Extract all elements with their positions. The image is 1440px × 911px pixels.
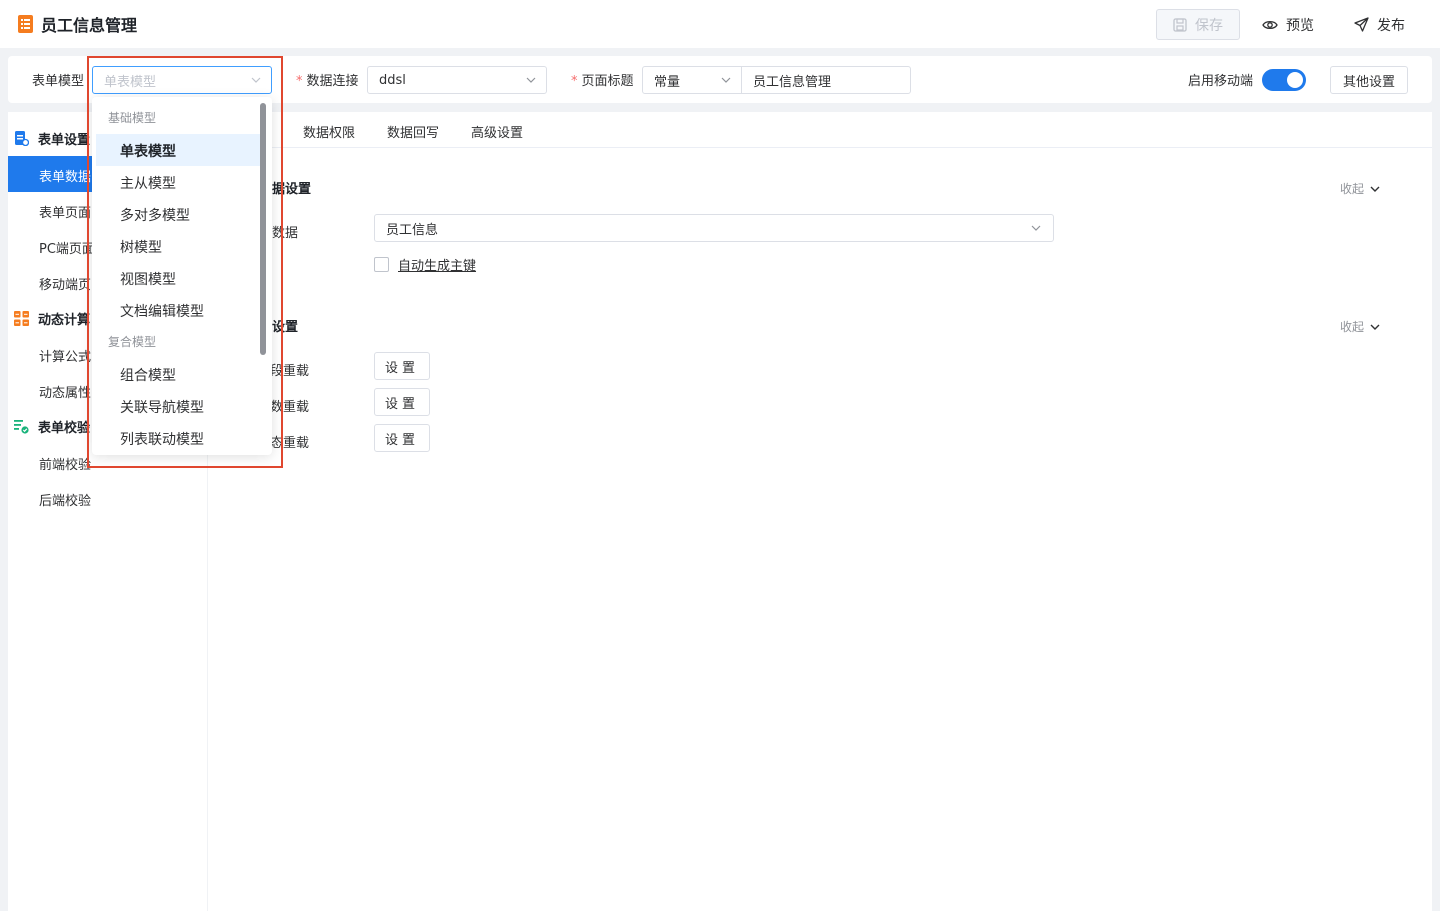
auto-pk-label[interactable]: 自动生成主键: [398, 255, 476, 274]
data-conn-value: ddsl: [379, 72, 406, 88]
main-data-select[interactable]: 员工信息: [374, 214, 1054, 242]
tab-bar: 数据权限 数据回写 高级设置: [208, 112, 1432, 148]
data-conn-label: * 数据连接: [296, 74, 359, 89]
form-settings-icon: [15, 131, 29, 146]
top-bar: 员工信息管理 保存 预览 发布: [0, 0, 1440, 48]
page-title: 员工信息管理: [41, 16, 138, 35]
param-reload-set-button[interactable]: 设置: [374, 388, 430, 416]
dropdown-item-tree[interactable]: 树模型: [96, 230, 260, 262]
eye-icon: [1262, 20, 1278, 29]
publish-label: 发布: [1377, 17, 1405, 34]
dynamic-reload-label: 态重载: [270, 436, 310, 451]
data-conn-select[interactable]: ddsl: [367, 66, 547, 94]
main-data-label: 数据: [272, 226, 299, 241]
preview-button[interactable]: 预览: [1262, 9, 1314, 40]
config-bar: 表单模型 单表模型 * 数据连接 ddsl * 页面标题 常量 员工信息管理 启用移…: [8, 56, 1432, 103]
save-icon: [1173, 17, 1187, 32]
field-reload-label: 段重载: [270, 364, 310, 379]
page-title-type: 常量: [654, 74, 681, 90]
dropdown-item-many-to-many[interactable]: 多对多模型: [96, 198, 260, 230]
save-button[interactable]: 保存: [1156, 9, 1240, 40]
dropdown-group-composite: 复合模型: [108, 335, 157, 349]
send-icon: [1354, 17, 1369, 32]
tab-data-writeback[interactable]: 数据回写: [387, 122, 439, 141]
page-title-label: * 页面标题: [571, 74, 634, 89]
page-title-input[interactable]: 员工信息管理: [741, 66, 911, 94]
form-model-dropdown: 基础模型 单表模型 主从模型 多对多模型 树模型 视图模型 文档编辑模型 复合模…: [92, 97, 272, 455]
chevron-down-icon: [251, 77, 261, 83]
mobile-toggle[interactable]: [1262, 69, 1306, 91]
auto-pk-checkbox[interactable]: [374, 257, 389, 272]
grid-calc-icon: [14, 311, 29, 326]
dropdown-group-basic: 基础模型: [108, 111, 157, 125]
main-data-value: 员工信息: [386, 222, 439, 238]
dropdown-item-master-detail[interactable]: 主从模型: [96, 166, 260, 198]
save-label: 保存: [1195, 17, 1223, 34]
document-icon: [18, 15, 33, 33]
other-settings-button[interactable]: 其他设置: [1330, 66, 1408, 94]
dynamic-reload-set-button[interactable]: 设置: [374, 424, 430, 452]
param-reload-label: 数重载: [270, 400, 310, 415]
field-reload-set-button[interactable]: 设置: [374, 352, 430, 380]
tab-data-permission[interactable]: 数据权限: [303, 122, 355, 141]
dropdown-item-doc-edit[interactable]: 文档编辑模型: [96, 294, 260, 326]
section1-collapse-toggle[interactable]: 收起: [1340, 180, 1380, 197]
chevron-down-icon: [1370, 324, 1380, 330]
section-reload-settings-title: 设置: [272, 320, 299, 335]
sidebar-item-form-data[interactable]: 表单数据: [8, 156, 98, 192]
page-title-value: 员工信息管理: [753, 74, 832, 90]
sidebar-item-backend-check[interactable]: 后端校验: [8, 480, 207, 516]
page-title-type-select[interactable]: 常量: [642, 66, 742, 94]
publish-button[interactable]: 发布: [1354, 9, 1405, 40]
chevron-down-icon: [1370, 186, 1380, 192]
dropdown-item-single-table[interactable]: 单表模型: [96, 134, 260, 166]
main-panel: 数据权限 数据回写 高级设置 据设置 收起 数据 员工信息 自动生成主键 设置 …: [208, 112, 1432, 911]
mobile-toggle-label: 启用移动端: [1188, 74, 1254, 89]
validation-icon: [14, 420, 29, 434]
form-model-placeholder: 单表模型: [104, 74, 157, 90]
chevron-down-icon: [1031, 225, 1041, 231]
dropdown-item-list-linkage[interactable]: 列表联动模型: [96, 422, 260, 454]
dropdown-item-linked-nav[interactable]: 关联导航模型: [96, 390, 260, 422]
chevron-down-icon: [526, 77, 536, 83]
section2-collapse-toggle[interactable]: 收起: [1340, 318, 1380, 335]
dropdown-scrollbar[interactable]: [260, 103, 266, 355]
tab-advanced-settings[interactable]: 高级设置: [471, 122, 523, 141]
dropdown-item-view[interactable]: 视图模型: [96, 262, 260, 294]
dropdown-item-combined[interactable]: 组合模型: [96, 358, 260, 390]
section-data-settings-title: 据设置: [272, 182, 312, 197]
form-model-select[interactable]: 单表模型: [92, 66, 272, 94]
preview-label: 预览: [1286, 17, 1314, 34]
form-model-label: 表单模型: [32, 74, 85, 89]
chevron-down-icon: [721, 77, 731, 83]
